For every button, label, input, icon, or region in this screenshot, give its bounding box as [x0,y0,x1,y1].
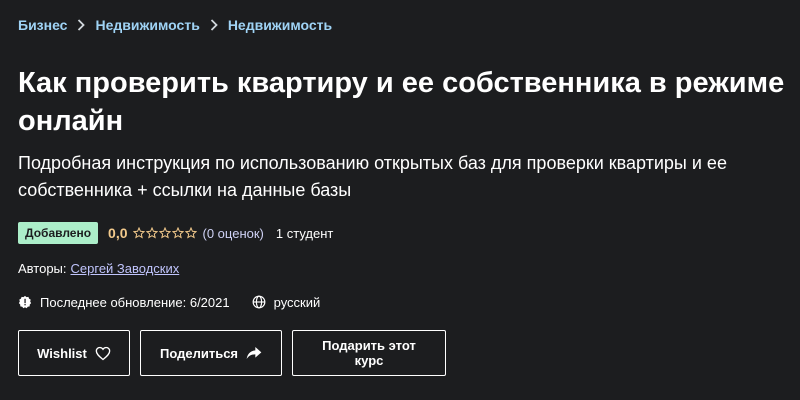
author-link[interactable]: Сергей Заводских [71,261,180,276]
breadcrumb-item-business[interactable]: Бизнес [18,17,67,33]
course-language: русский [273,294,321,310]
authors-label: Авторы: [18,260,67,276]
last-updated: Последнее обновление: 6/2021 [40,294,230,310]
course-header: Бизнес Недвижимость Недвижимость Как про… [0,0,800,400]
rating-stars [132,227,197,239]
chevron-right-icon [77,19,86,31]
star-outline-icon [145,227,158,239]
gift-course-button-label: Подарить этот курс [322,338,416,368]
breadcrumb-item-real-estate-sub[interactable]: Недвижимость [228,17,332,33]
alert-badge-icon [18,295,32,309]
heart-icon [87,346,111,361]
globe-icon [252,295,266,309]
star-outline-icon [158,227,171,239]
rating-row: Добавлено 0,0 (0 оценок) 1 студент [18,222,782,244]
star-outline-icon [184,227,197,239]
wishlist-button-label: Wishlist [37,345,87,361]
wishlist-button[interactable]: Wishlist [18,330,130,376]
star-outline-icon [171,227,184,239]
share-button[interactable]: Поделиться [140,330,282,376]
rating-count-link[interactable]: (0 оценок) [203,226,264,241]
breadcrumb-item-real-estate[interactable]: Недвижимость [95,17,199,33]
info-row: Последнее обновление: 6/2021 русский [18,292,782,312]
breadcrumb: Бизнес Недвижимость Недвижимость [18,12,782,38]
students-count: 1 студент [275,225,334,241]
rating-value: 0,0 [108,225,128,241]
share-arrow-icon [238,346,262,360]
course-subtitle: Подробная инструкция по использованию от… [18,153,727,200]
star-outline-icon [132,227,145,239]
course-title: Как проверить квартиру и ее собственника… [18,67,785,137]
chevron-right-icon [210,19,218,31]
share-button-label: Поделиться [159,345,239,361]
authors-row: Авторы: Сергей Заводских [18,258,782,278]
action-buttons: Wishlist Поделиться Подарить этот курс [18,330,782,376]
status-badge: Добавлено [18,222,99,244]
gift-course-button[interactable]: Подарить этот курс [292,330,446,376]
